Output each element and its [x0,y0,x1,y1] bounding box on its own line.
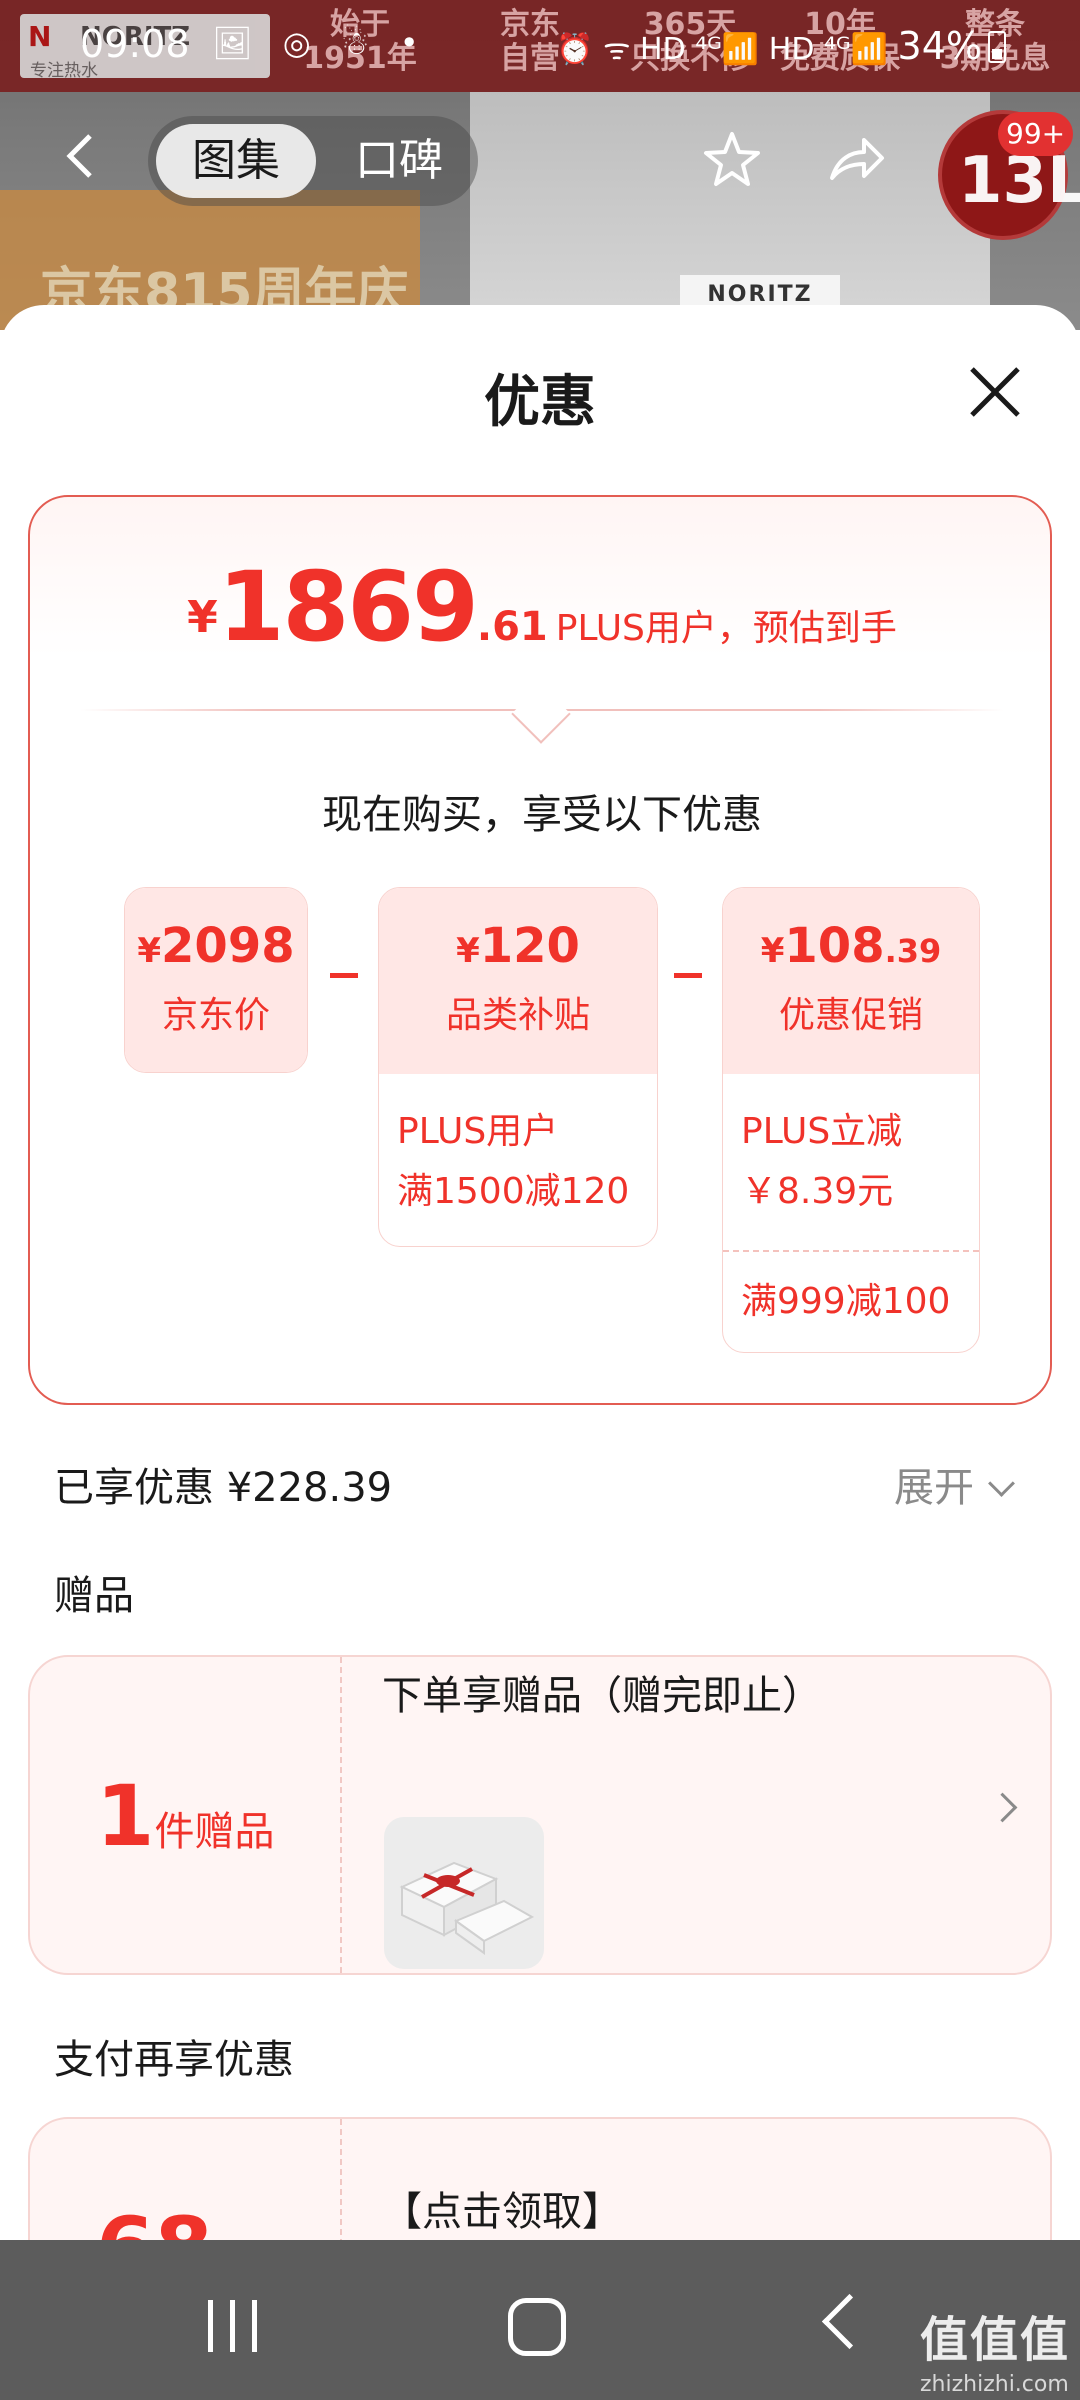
discount-heading: 现在购买，享受以下优惠 [322,792,762,838]
system-navigation-bar [0,2240,1080,2400]
battery-level: 34% [897,24,982,68]
price-integer: 1869 [217,551,479,663]
chip-detail-line: ￥8.39元 [741,1171,894,1212]
payment-offer-card[interactable]: 68 【点击领取】 [28,2117,1052,2240]
tab-gallery[interactable]: 图集 [156,124,316,198]
chip-currency: ¥ [137,931,162,971]
gift-description: 下单享赠品（赠完即止） [382,1673,822,1719]
gift-section-title: 赠品 [54,1573,134,1619]
gift-count-number: 1 [96,1767,155,1865]
chip-label: 京东价 [161,995,270,1036]
recent-apps-icon[interactable] [208,2300,260,2352]
close-icon[interactable] [962,359,1028,425]
payment-offer-description: 【点击领取】 [382,2189,622,2235]
status-bar: 09:08 🖼 ◎ ☃ • ⏰ ᯤ HD ⁴ᴳ📶 HD ⁴ᴳ📶 34% [0,0,1080,100]
promotion-chip: ¥108.39 优惠促销 PLUS立减 ￥8.39元 满999减100 [722,887,980,1353]
tab-reviews[interactable]: 口碑 [334,124,464,198]
favorite-star-icon[interactable] [700,128,764,192]
chip-currency: ¥ [456,931,480,971]
expand-label: 展开 [894,1465,974,1511]
chip-amount: ¥108.39 [723,888,979,974]
back-arrow-icon[interactable] [54,128,110,184]
chevron-right-icon [987,1792,1018,1823]
home-icon[interactable] [508,2298,566,2356]
price-currency: ¥ [187,592,218,643]
chip-header: ¥108.39 优惠促销 [723,888,979,1074]
chip-label: 优惠促销 [778,995,923,1036]
chip-detail-line: PLUS立减 [741,1111,903,1152]
chip-detail: PLUS用户 满1500减120 [379,1074,657,1222]
gallery-tabs: 图集 口碑 [148,116,478,206]
signal-icons: ⏰ ᯤ HD ⁴ᴳ📶 HD ⁴ᴳ📶 [556,32,888,67]
share-icon[interactable] [824,128,888,192]
price-note: PLUS用户，预估到手 [555,608,897,649]
notification-icons: 🖼 ◎ ☃ • [212,24,429,62]
expand-button[interactable]: 展开 [894,1455,1015,1513]
watermark-url: zhizhizhi.com [920,2372,1069,2397]
estimated-price: ¥1869.61 PLUS用户，预估到手 [30,551,1054,663]
chip-amount: ¥2098 [125,888,307,974]
chip-value: 108 [784,918,885,974]
status-time: 09:08 [80,22,190,66]
battery-icon [988,31,1006,63]
card-divider [340,2119,342,2240]
status-indicators: ⏰ ᯤ HD ⁴ᴳ📶 HD ⁴ᴳ📶 34% [556,24,1006,68]
chip-label: 品类补贴 [445,995,590,1036]
chip-header: ¥120 品类补贴 [379,888,657,1074]
site-watermark: 值值值 zhizhizhi.com [920,2300,1070,2397]
chip-detail: PLUS立减 ￥8.39元 [723,1074,979,1250]
gift-box-image [384,1817,544,1969]
chip-value: 2098 [161,918,295,974]
chevron-down-icon [988,1470,1015,1497]
divider-notch [511,684,571,744]
chip-extra-offer: 满999减100 [723,1250,979,1352]
watermark-logo: 值值值 [920,2312,1071,2368]
minus-sign [674,973,702,978]
payment-offer-amount: 68 [96,2199,213,2240]
gift-count-unit: 件赠品 [154,1809,275,1855]
chip-detail-line: PLUS用户 [397,1111,559,1152]
chip-value: 120 [479,918,580,974]
price-decimal: .61 [476,604,548,650]
discount-sheet: 优惠 ¥1869.61 PLUS用户，预估到手 现在购买，享受以下优惠 ¥2098… [0,305,1080,2240]
minus-sign [330,973,358,978]
price-breakdown-card: ¥1869.61 PLUS用户，预估到手 现在购买，享受以下优惠 ¥2098 京东… [28,495,1052,1405]
chip-currency: ¥ [760,931,785,971]
message-count-badge: 99+ [998,112,1074,156]
chip-header: ¥2098 京东价 [125,888,307,1072]
enjoyed-discount-total: 已享优惠 ¥228.39 [54,1465,393,1511]
chip-amount: ¥120 [379,888,657,974]
gift-card[interactable]: 1件赠品 下单享赠品（赠完即止） [28,1655,1052,1975]
chip-detail-line: 满1500减120 [397,1171,630,1212]
chip-decimal: .39 [884,932,942,970]
card-divider [340,1657,342,1973]
system-back-icon[interactable] [821,2293,878,2350]
category-subsidy-chip: ¥120 品类补贴 PLUS用户 满1500减120 [378,887,658,1247]
pay-section-title: 支付再享优惠 [54,2037,294,2083]
gift-count: 1件赠品 [96,1767,274,1865]
jd-price-chip: ¥2098 京东价 [124,887,308,1073]
sheet-title: 优惠 [484,370,596,435]
